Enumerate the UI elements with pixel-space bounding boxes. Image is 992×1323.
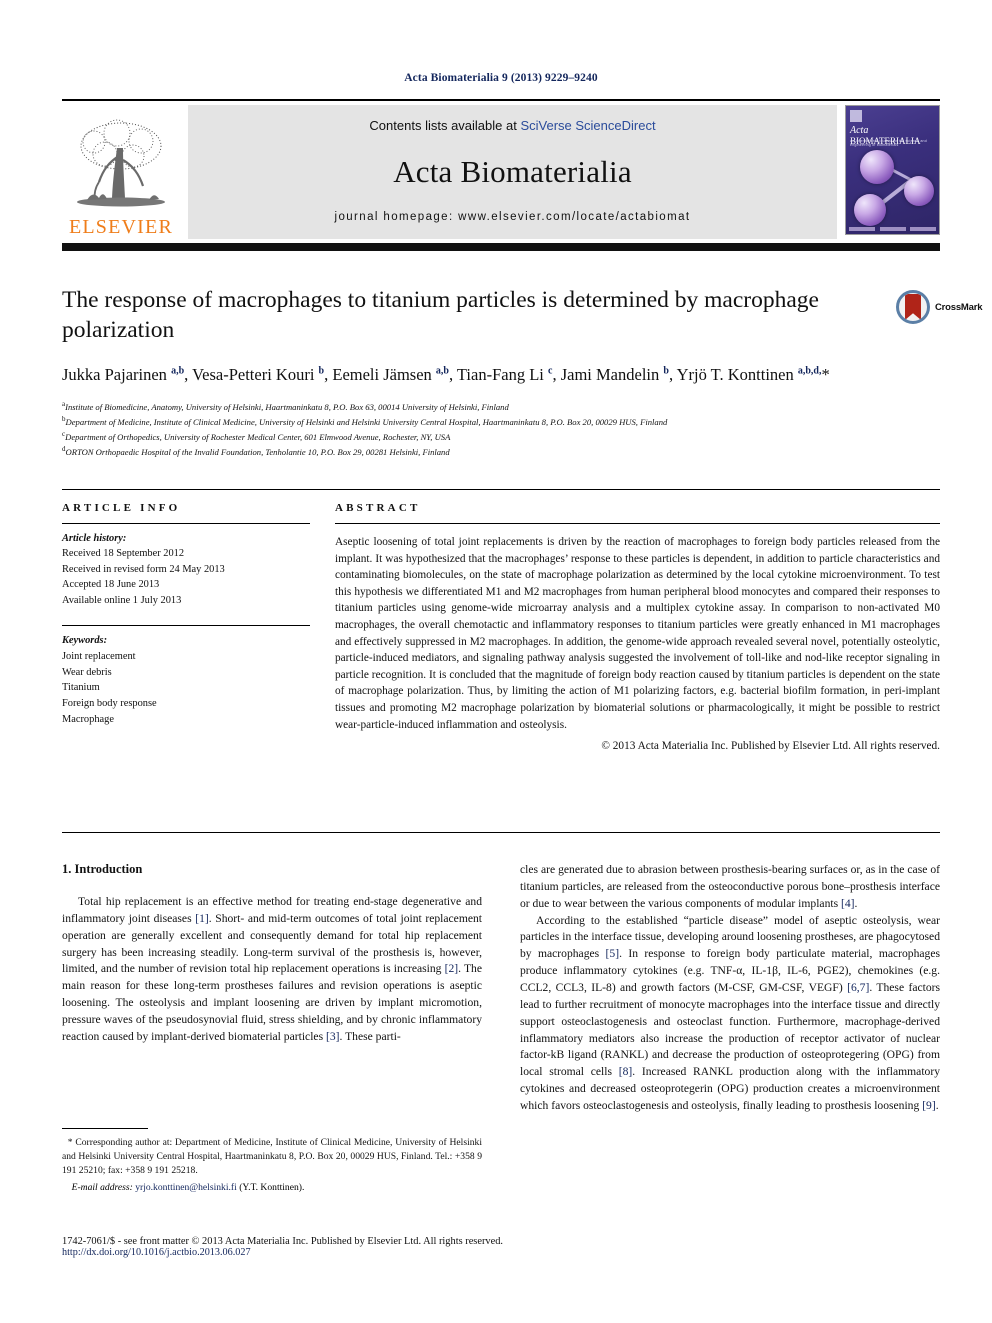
abstract-text: Aseptic loosening of total joint replace…: [335, 536, 940, 731]
cover-sphere-decor: [860, 150, 894, 184]
keyword-item: Wear debris: [62, 666, 112, 678]
contents-prefix: Contents lists available at: [369, 118, 521, 133]
affiliation-item: bDepartment of Medicine, Institute of Cl…: [62, 414, 940, 429]
journal-article-page: Acta Biomaterialia 9 (2013) 9229–9240 EL…: [0, 0, 992, 1323]
masthead-bottom-rule: [62, 243, 940, 251]
abstract-copyright: © 2013 Acta Materialia Inc. Published by…: [601, 740, 940, 753]
paragraph-text: . These parti-: [339, 1029, 401, 1043]
footnote-rule: [62, 1128, 148, 1129]
crossmark-icon: [896, 290, 930, 324]
abstract-heading: ABSTRACT: [335, 502, 421, 514]
footnote-email-line: E-mail address: yrjo.konttinen@helsinki.…: [62, 1181, 482, 1195]
page-title: The response of macrophages to titanium …: [62, 287, 819, 343]
author-list: Jukka Pajarinen a,b, Vesa-Petteri Kouri …: [62, 365, 830, 385]
paragraph: cles are generated due to abrasion betwe…: [520, 862, 940, 913]
email-label: E-mail address:: [71, 1181, 133, 1193]
sciencedirect-link[interactable]: SciVerse ScienceDirect: [520, 118, 655, 133]
affiliation-item: aInstitute of Biomedicine, Anatomy, Univ…: [62, 399, 940, 414]
history-item: Available online 1 July 2013: [62, 594, 182, 606]
section-heading-introduction: 1. Introduction: [62, 862, 143, 876]
citation-ref[interactable]: [1]: [195, 912, 209, 925]
body-column-left: 1. Introduction Total hip replacement is…: [62, 862, 482, 1262]
affiliation-text: ORTON Orthopaedic Hospital of the Invali…: [65, 446, 450, 457]
info-abstract-region: ARTICLE INFO Article history: Received 1…: [62, 502, 940, 752]
footnote-text: * Corresponding author at: Department of…: [62, 1136, 482, 1178]
abstract-section-top-rule: [62, 489, 940, 490]
paragraph: Total hip replacement is an effective me…: [62, 894, 482, 1046]
crossmark-label: CrossMark: [935, 301, 983, 313]
affiliation-item: cDepartment of Orthopedics, University o…: [62, 429, 940, 444]
affiliation-text: Department of Orthopedics, University of…: [65, 431, 451, 442]
running-head: Acta Biomaterialia 9 (2013) 9229–9240: [404, 72, 598, 84]
paragraph-text: cles are generated due to abrasion betwe…: [520, 863, 940, 910]
masthead-body: ELSEVIER Contents lists available at Sci…: [62, 105, 940, 239]
page-footer: 1742-7061/$ - see front matter © 2013 Ac…: [62, 1236, 940, 1258]
paragraph-text: .: [854, 896, 858, 910]
affiliation-text: Department of Medicine, Institute of Cli…: [65, 416, 668, 427]
masthead-center-panel: Contents lists available at SciVerse Sci…: [188, 105, 837, 239]
citation-ref[interactable]: [5]: [606, 947, 620, 960]
footnote-star: *: [67, 1137, 73, 1148]
paragraph-text: . These factors lead to further recruitm…: [520, 981, 941, 1079]
article-history-block: Article history: Received 18 September 2…: [62, 524, 310, 608]
citation-ref[interactable]: [9]: [922, 1099, 936, 1112]
history-item: Received in revised form 24 May 2013: [62, 563, 225, 575]
masthead-top-rule: [62, 99, 940, 101]
affiliation-text: Institute of Biomedicine, Anatomy, Unive…: [65, 402, 509, 412]
cover-sphere-decor: [854, 194, 886, 226]
keywords-label: Keywords:: [62, 634, 108, 646]
doi-link[interactable]: http://dx.doi.org/10.1016/j.actbio.2013.…: [62, 1247, 940, 1258]
corresponding-author-footnote: * Corresponding author at: Department of…: [62, 1128, 482, 1195]
paragraph-text: .: [935, 1099, 939, 1113]
cover-sphere-decor: [904, 176, 934, 206]
cover-footer-decor: [849, 227, 936, 232]
keyword-item: Titanium: [62, 682, 100, 694]
cover-title-italic: Acta: [850, 125, 869, 136]
issn-copyright-line: 1742-7061/$ - see front matter © 2013 Ac…: [62, 1236, 504, 1247]
body-column-right: cles are generated due to abrasion betwe…: [520, 862, 940, 1262]
abstract-section-bottom-rule: [62, 832, 940, 833]
affiliation-item: dORTON Orthopaedic Hospital of the Inval…: [62, 444, 940, 459]
keyword-item: Joint replacement: [62, 650, 136, 662]
elsevier-wordmark: ELSEVIER: [68, 216, 174, 238]
crossmark-badge[interactable]: CrossMark: [896, 288, 992, 326]
keyword-item: Macrophage: [62, 714, 114, 726]
affiliation-list: aInstitute of Biomedicine, Anatomy, Univ…: [62, 399, 940, 459]
citation-ref[interactable]: [8]: [619, 1065, 633, 1078]
abstract-column: ABSTRACT Aseptic loosening of total join…: [335, 502, 940, 752]
citation-ref[interactable]: [4]: [841, 897, 855, 910]
article-body: 1. Introduction Total hip replacement is…: [62, 862, 940, 1262]
keywords-block: Keywords: Joint replacement Wear debris …: [62, 626, 310, 728]
email-owner: (Y.T. Konttinen).: [239, 1181, 305, 1193]
journal-masthead: ELSEVIER Contents lists available at Sci…: [62, 99, 940, 251]
cover-elsevier-mark: [850, 110, 862, 122]
email-link[interactable]: yrjo.konttinen@helsinki.fi: [135, 1182, 237, 1193]
cover-subtitle: An international journal for the science…: [850, 139, 927, 147]
elsevier-logo: ELSEVIER: [62, 105, 180, 239]
paragraph: According to the established “particle d…: [520, 913, 940, 1115]
article-header: The response of macrophages to titanium …: [62, 286, 940, 459]
citation-ref[interactable]: [6,7]: [847, 981, 869, 994]
citation-ref[interactable]: [3]: [326, 1030, 340, 1043]
journal-homepage-link[interactable]: journal homepage: www.elsevier.com/locat…: [335, 211, 691, 223]
article-info-heading: ARTICLE INFO: [62, 502, 181, 514]
footnote-body: Corresponding author at: Department of M…: [62, 1137, 483, 1176]
journal-title: Acta Biomaterialia: [393, 154, 632, 189]
article-info-column: ARTICLE INFO Article history: Received 1…: [62, 502, 310, 752]
history-item: Received 18 September 2012: [62, 548, 185, 560]
journal-cover-thumbnail[interactable]: Acta BIOMATERIALIA An international jour…: [845, 105, 940, 235]
elsevier-tree-icon: [77, 119, 165, 207]
history-item: Accepted 18 June 2013: [62, 579, 160, 591]
article-history-label: Article history:: [62, 533, 127, 544]
keyword-item: Foreign body response: [62, 698, 157, 710]
citation-ref[interactable]: [2]: [445, 962, 459, 975]
contents-list-line: Contents lists available at SciVerse Sci…: [369, 118, 655, 133]
